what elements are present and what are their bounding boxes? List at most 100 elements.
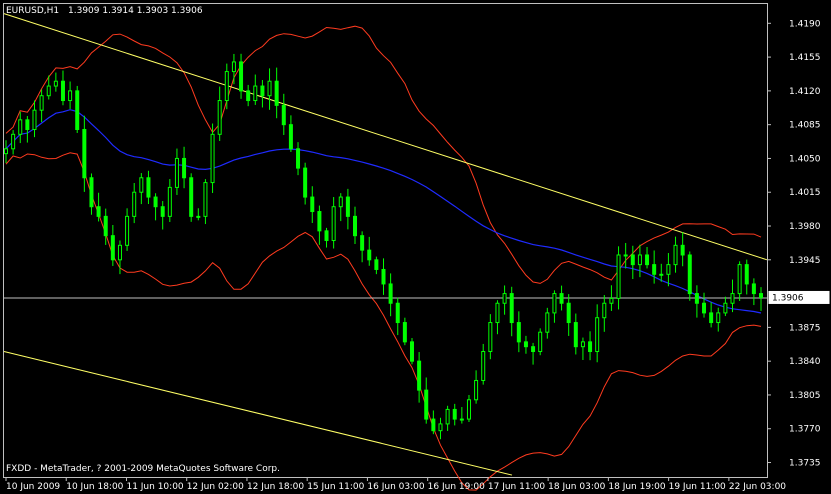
- candle-body: [267, 80, 272, 97]
- candle-body: [281, 104, 286, 126]
- x-tick-label: 11 Jun 10:00: [126, 482, 183, 492]
- y-tick-label: 1.3735: [789, 459, 821, 469]
- candle-body: [495, 302, 500, 324]
- candle-body: [759, 293, 763, 298]
- candle-body: [509, 293, 514, 324]
- candle-body: [666, 264, 671, 275]
- candle-body: [680, 244, 685, 256]
- candle-body: [288, 124, 293, 150]
- candle-body: [580, 341, 585, 348]
- candle-body: [630, 254, 635, 266]
- ohlc-readout: 1.3909 1.3914 1.3903 1.3906: [68, 6, 203, 16]
- candle-body: [595, 317, 600, 353]
- copyright-text: FXDD - MetaTrader, ? 2001-2009 MetaQuote…: [6, 464, 280, 474]
- candle-body: [231, 61, 236, 73]
- candle-body: [623, 254, 628, 257]
- candle-body: [167, 186, 172, 217]
- y-tick-label: 1.4120: [789, 87, 821, 97]
- candle-body: [217, 100, 222, 135]
- x-tick-label: 22 Jun 03:00: [729, 482, 786, 492]
- candle-body: [75, 90, 80, 130]
- candle-body: [751, 283, 756, 295]
- candle-body: [545, 312, 550, 333]
- candle-body: [4, 148, 8, 155]
- x-tick-label: 10 Jun 18:00: [66, 482, 123, 492]
- candle-body: [381, 268, 386, 285]
- candle-body: [694, 293, 699, 304]
- candle-body: [445, 408, 450, 425]
- candle-body: [737, 264, 742, 295]
- y-tick-label: 1.4050: [789, 154, 821, 164]
- candle-body: [438, 423, 443, 432]
- candle-body: [388, 283, 393, 304]
- candle-body: [331, 206, 336, 241]
- candle-body: [559, 293, 564, 304]
- candle-body: [139, 177, 144, 193]
- candle-body: [652, 264, 657, 275]
- y-tick-label: 1.3805: [789, 391, 821, 401]
- candle-body: [53, 80, 58, 87]
- candle-body: [125, 215, 130, 246]
- candle-body: [716, 312, 721, 324]
- x-tick-label: 16 Jun 19:00: [428, 482, 485, 492]
- candle-body: [402, 322, 407, 343]
- candle-body: [274, 80, 279, 106]
- candle-body: [409, 341, 414, 362]
- price-chart[interactable]: 1.4190 1.4155 1.4120 1.4085 1.4050 1.4015 1.39…: [0, 0, 831, 494]
- candle-body: [744, 264, 749, 285]
- candle-body: [637, 254, 642, 266]
- x-tick-label: 12 Jun 18:00: [247, 482, 304, 492]
- candle-body: [488, 322, 493, 353]
- y-tick-label: 1.3875: [789, 323, 821, 333]
- candle-body: [60, 80, 65, 102]
- y-tick-label: 1.4190: [789, 19, 821, 29]
- x-tick-label: 18 Jun 03:00: [548, 482, 605, 492]
- candle-body: [239, 61, 244, 92]
- x-tick-label: 16 Jun 03:00: [367, 482, 424, 492]
- candle-body: [417, 360, 422, 391]
- y-tick-label: 1.3770: [789, 425, 821, 435]
- x-tick-label: 12 Jun 02:00: [187, 482, 244, 492]
- candle-body: [360, 235, 365, 251]
- candle-body: [516, 322, 521, 343]
- y-tick-label: 1.4015: [789, 188, 821, 198]
- candle-body: [659, 273, 664, 276]
- candle-body: [374, 259, 379, 270]
- x-tick-label: 19 Jun 11:00: [669, 482, 726, 492]
- candle-body: [203, 182, 208, 217]
- candle-body: [25, 119, 30, 130]
- candle-body: [246, 90, 251, 102]
- candle-body: [338, 196, 343, 208]
- candle-body: [68, 90, 73, 102]
- candle-body: [146, 177, 151, 198]
- candle-body: [645, 254, 650, 266]
- x-tick-label: 15 Jun 11:00: [307, 482, 364, 492]
- candle-body: [566, 302, 571, 324]
- candle-body: [502, 293, 507, 304]
- candle-body: [588, 341, 593, 353]
- candle-body: [481, 351, 486, 381]
- candle-body: [103, 215, 108, 237]
- candle-body: [552, 293, 557, 314]
- candle-body: [310, 196, 315, 213]
- candle-body: [224, 71, 229, 102]
- candle-body: [132, 191, 137, 217]
- candle-body: [296, 148, 301, 169]
- candle-body: [210, 133, 215, 184]
- current-price-label: 1.3906: [772, 293, 804, 303]
- candle-body: [39, 95, 44, 111]
- candle-body: [602, 302, 607, 319]
- candle-body: [32, 109, 37, 130]
- y-tick-label: 1.4085: [789, 121, 821, 131]
- x-tick-label: 10 Jun 2009: [6, 482, 60, 492]
- candle-body: [616, 254, 621, 299]
- candle-body: [324, 230, 329, 241]
- candle-body: [11, 133, 16, 150]
- candle-body: [345, 196, 350, 217]
- candle-body: [317, 211, 322, 232]
- x-tick-label: 18 Jun 19:00: [608, 482, 665, 492]
- candle-body: [260, 85, 265, 97]
- x-tick-label: 17 Jun 11:00: [488, 482, 545, 492]
- candle-body: [18, 119, 23, 135]
- candle-body: [46, 85, 51, 97]
